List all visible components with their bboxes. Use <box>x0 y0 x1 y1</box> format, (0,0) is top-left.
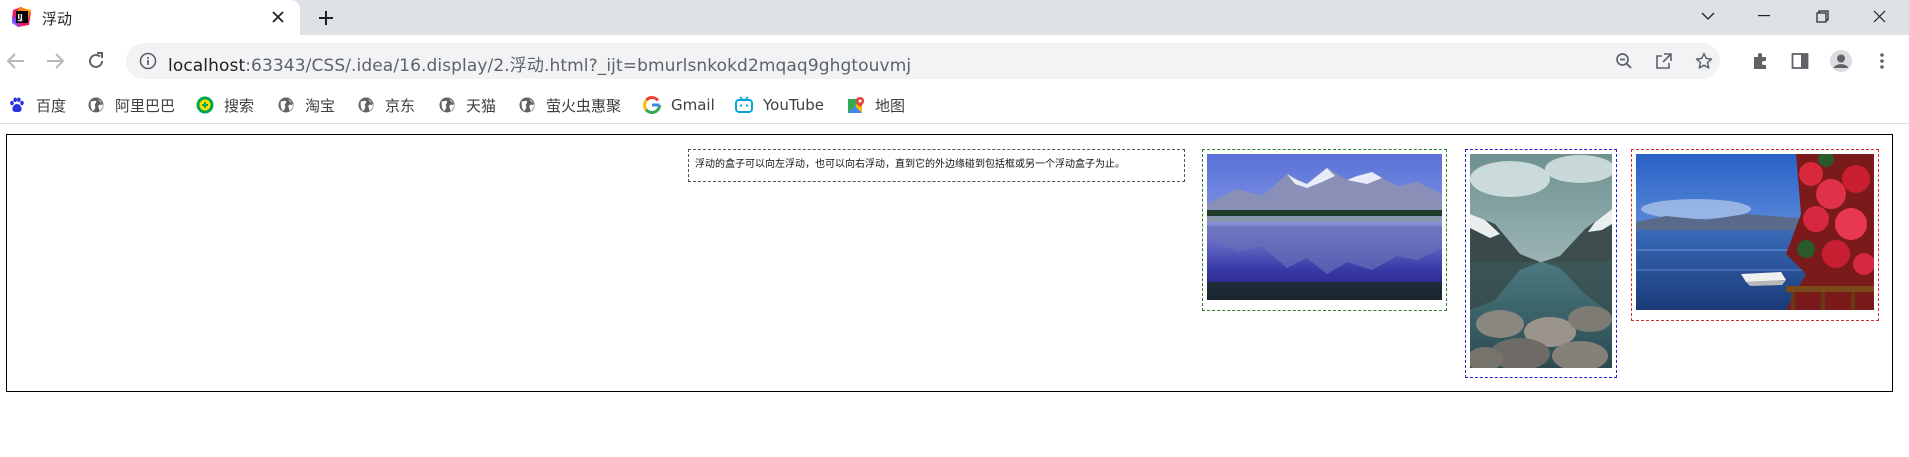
bookmark-tmall[interactable]: 天猫 <box>438 94 496 116</box>
tab-title: 浮动 <box>42 10 73 28</box>
mountain-lake-photo <box>1207 154 1442 300</box>
float-container: 浮动的盒子可以向左浮动，也可以向右浮动，直到它的外边缘碰到包括框或另一个浮动盒子… <box>6 134 1893 392</box>
bookmark-label: 淘宝 <box>305 96 336 115</box>
url-host: localhost <box>168 56 246 76</box>
bookmark-taobao[interactable]: 淘宝 <box>277 94 335 116</box>
window-close-icon[interactable] <box>1853 0 1905 32</box>
image-box-green <box>1202 149 1447 311</box>
bookmark-label: 萤火虫惠聚 <box>546 96 622 115</box>
google-icon <box>643 96 661 114</box>
close-icon[interactable] <box>268 7 288 27</box>
address-bar[interactable]: localhost:63343/CSS/.idea/16.display/2.浮… <box>126 43 1720 79</box>
browser-toolbar: localhost:63343/CSS/.idea/16.display/2.浮… <box>0 35 1909 87</box>
bookmark-jd[interactable]: 京东 <box>357 94 415 116</box>
extensions-icon[interactable] <box>1748 49 1772 73</box>
baidu-paw-icon <box>8 96 26 114</box>
info-icon[interactable] <box>139 52 157 70</box>
bookmark-label: 地图 <box>875 96 906 115</box>
profile-avatar-icon[interactable] <box>1829 49 1853 73</box>
bookmark-gmail[interactable]: Gmail <box>643 94 715 116</box>
globe-icon <box>518 96 536 114</box>
zoom-out-icon[interactable] <box>1614 51 1634 71</box>
restore-icon[interactable] <box>1796 0 1848 32</box>
flower-lake-photo <box>1636 154 1874 310</box>
back-arrow-icon[interactable] <box>4 49 28 73</box>
minimize-icon[interactable] <box>1738 0 1790 32</box>
bookmark-label: 天猫 <box>466 96 497 115</box>
bookmark-maps[interactable]: 地图 <box>847 94 905 116</box>
maps-pin-icon <box>847 96 865 114</box>
kebab-menu-icon[interactable] <box>1870 49 1894 73</box>
bookmark-label: 百度 <box>36 96 67 115</box>
side-panel-icon[interactable] <box>1788 49 1812 73</box>
star-icon[interactable] <box>1694 51 1714 71</box>
bookmark-label: Gmail <box>671 96 715 114</box>
bilibili-tv-icon <box>735 96 753 114</box>
svg-text:IJ: IJ <box>18 13 23 21</box>
reload-icon[interactable] <box>84 49 108 73</box>
active-tab[interactable]: IJ 浮动 <box>0 0 300 35</box>
tab-strip: IJ 浮动 <box>0 0 1909 35</box>
image-box-blue <box>1465 149 1617 378</box>
globe-icon <box>87 96 105 114</box>
globe-icon <box>357 96 375 114</box>
bookmarks-bar: 百度 阿里巴巴 搜索 淘宝 京东 天猫 萤火虫惠聚 Gmail YouTube … <box>0 87 1909 124</box>
bookmark-search[interactable]: 搜索 <box>196 94 254 116</box>
bookmark-label: 阿里巴巴 <box>115 96 176 115</box>
bookmark-label: YouTube <box>763 96 824 114</box>
bookmark-label: 搜索 <box>224 96 255 115</box>
image-box-red <box>1631 149 1879 321</box>
chevron-down-icon[interactable] <box>1682 0 1734 32</box>
globe-icon <box>438 96 456 114</box>
bookmark-firefly[interactable]: 萤火虫惠聚 <box>518 94 621 116</box>
bookmark-youtube[interactable]: YouTube <box>735 94 824 116</box>
bookmark-baidu[interactable]: 百度 <box>8 94 66 116</box>
jetbrains-icon: IJ <box>12 7 32 27</box>
globe-icon <box>277 96 295 114</box>
plus-icon[interactable] <box>314 6 338 30</box>
url-path: :63343/CSS/.idea/16.display/2.浮动.html?_i… <box>245 56 912 76</box>
bookmark-label: 京东 <box>385 96 416 115</box>
url-text[interactable]: localhost:63343/CSS/.idea/16.display/2.浮… <box>168 51 911 76</box>
float-text-box: 浮动的盒子可以向左浮动，也可以向右浮动，直到它的外边缘碰到包括框或另一个浮动盒子… <box>688 149 1185 182</box>
bookmark-alibaba[interactable]: 阿里巴巴 <box>87 94 175 116</box>
forward-arrow-icon[interactable] <box>43 49 67 73</box>
search-ball-icon <box>196 96 214 114</box>
share-icon[interactable] <box>1654 51 1674 71</box>
glacier-lake-photo <box>1470 154 1612 368</box>
